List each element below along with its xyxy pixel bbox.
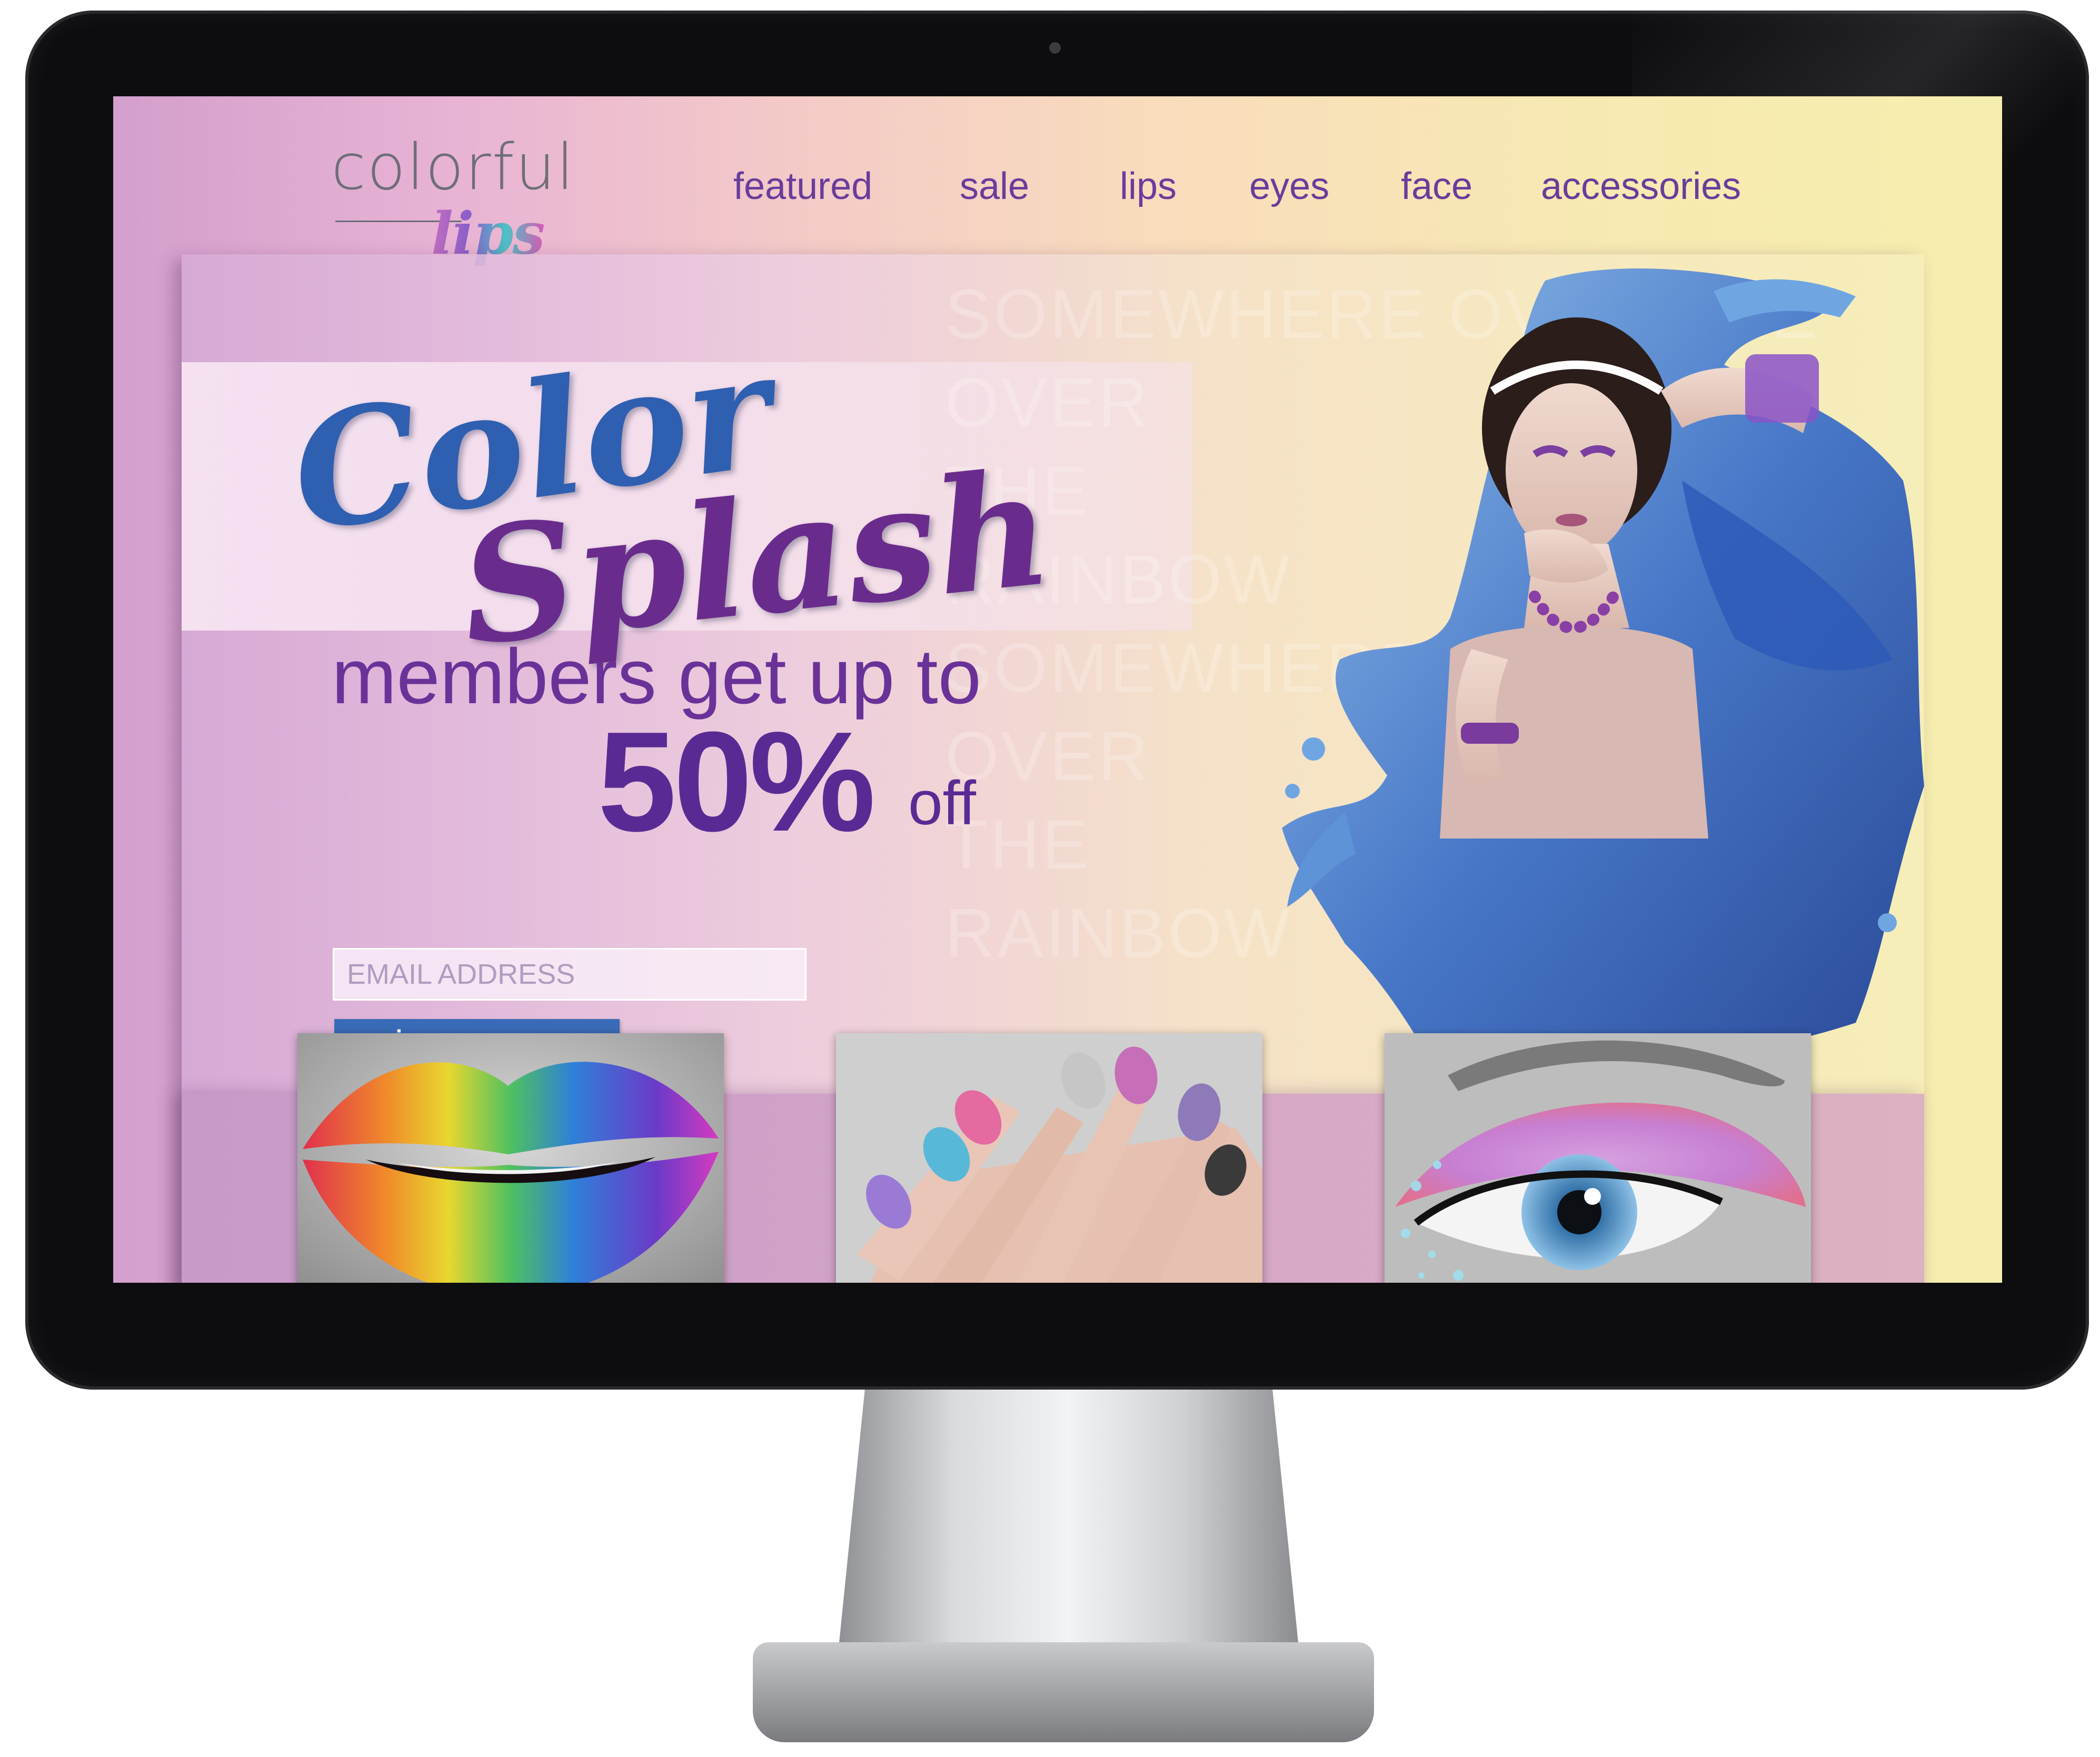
nav-item-lips[interactable]: lips [1120,165,1177,208]
webcam-icon [1049,42,1061,54]
website-screen: colorful lips featured sale lips eyes fa… [113,96,2002,1283]
nav-item-featured[interactable]: featured [733,165,872,208]
rainbow-lips-image [297,1033,724,1283]
promo-off-label: off [908,768,977,838]
monitor-stand-base [753,1642,1374,1742]
category-tile-nails[interactable] [836,1033,1262,1283]
promo-percent: 50% [598,703,875,861]
nav-item-accessories[interactable]: accessories [1541,165,1741,208]
nav-item-sale[interactable]: sale [960,165,1029,208]
monitor-stand-neck [837,1390,1300,1663]
email-field[interactable] [333,948,807,1001]
nav-item-face[interactable]: face [1401,165,1472,208]
category-tile-lips[interactable] [297,1033,724,1283]
pastel-nails-image [836,1033,1262,1283]
nav-item-eyes[interactable]: eyes [1249,165,1329,208]
category-tile-eyes[interactable] [1385,1033,1811,1283]
main-nav: featured sale lips eyes face accessories [113,165,2002,228]
pastel-eye-makeup-image [1385,1033,1811,1283]
hero-model-image [1282,268,1924,1096]
